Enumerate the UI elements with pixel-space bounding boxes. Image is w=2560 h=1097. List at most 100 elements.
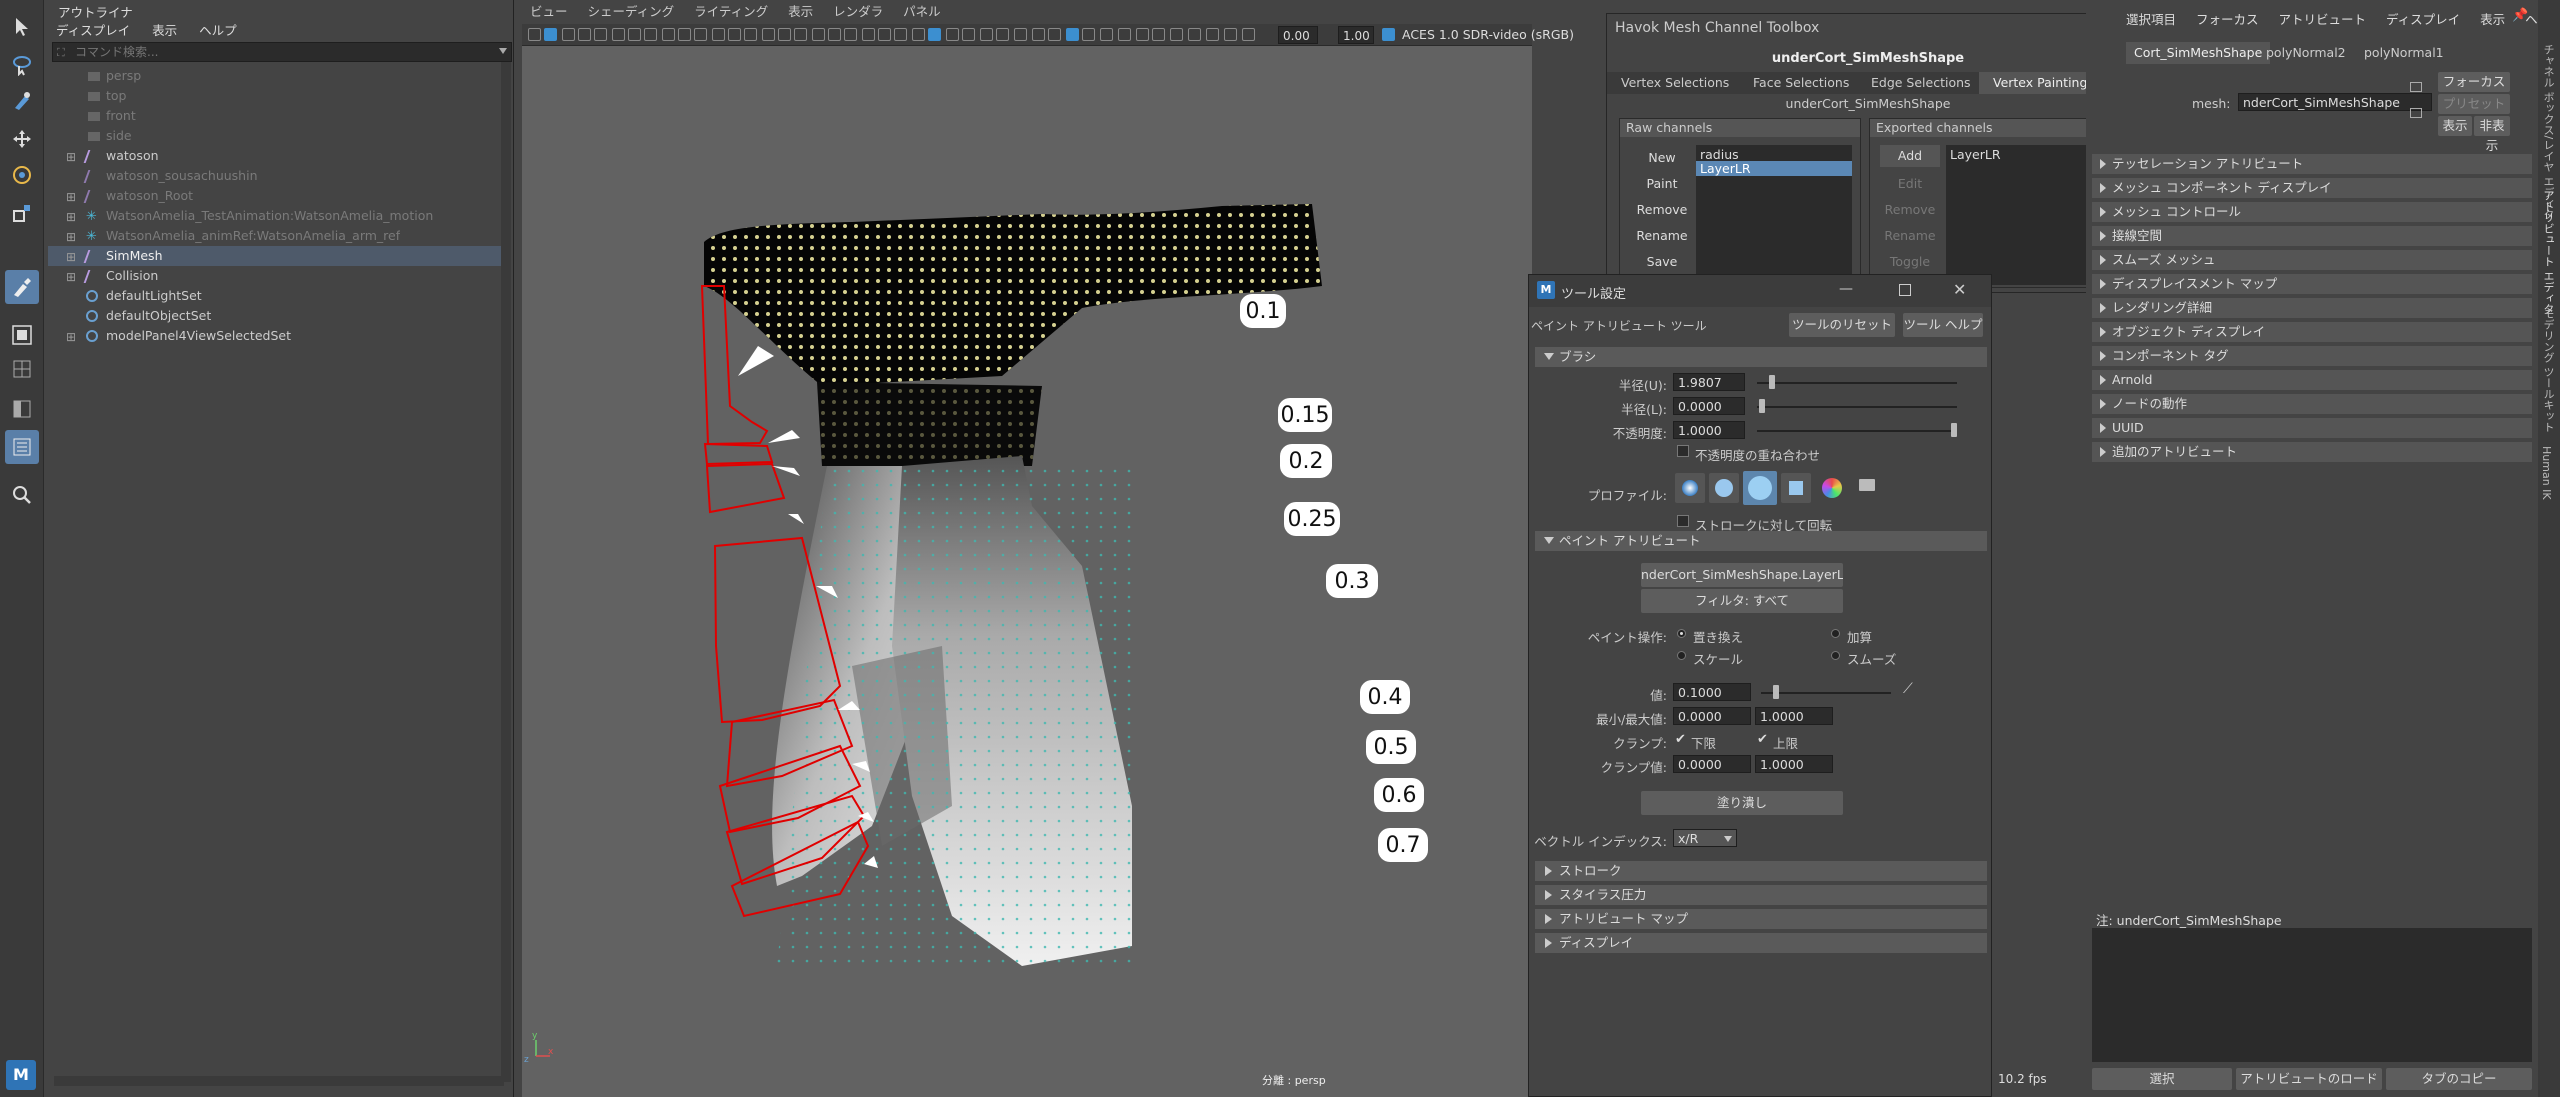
layout-single-icon[interactable]	[5, 352, 39, 386]
outliner-menu-help[interactable]: ヘルプ	[199, 23, 237, 38]
opacity-accum-checkbox[interactable]	[1677, 445, 1689, 457]
expand-icon[interactable]: ⊞	[66, 147, 76, 167]
search-icon[interactable]	[5, 478, 39, 512]
rotate-tool-icon[interactable]	[5, 158, 39, 192]
paint-select-icon[interactable]	[5, 84, 39, 118]
paint-attr-section-header[interactable]: ペイント アトリビュート	[1535, 531, 1987, 551]
profile-custom-icon[interactable]	[1817, 473, 1847, 503]
viewport-toolbar-button-icon[interactable]	[794, 28, 807, 41]
viewport-toolbar-button-icon[interactable]	[644, 28, 657, 41]
opacity-field[interactable]: 1.0000	[1673, 421, 1745, 439]
viewport-toolbar-button-icon[interactable]	[946, 28, 959, 41]
layout-outliner-icon[interactable]	[5, 430, 39, 464]
ae-select-button[interactable]: 選択	[2092, 1068, 2232, 1090]
min-value-field[interactable]: 0.0000	[1673, 707, 1751, 725]
viewport-toolbar-button-icon[interactable]	[762, 28, 775, 41]
raw-remove-button[interactable]: Remove	[1632, 199, 1692, 221]
op-replace-radio[interactable]	[1677, 629, 1686, 638]
viewport-toolbar-button-icon[interactable]	[1048, 28, 1061, 41]
opacity-slider[interactable]	[1757, 430, 1957, 432]
outliner-item-default-object-set[interactable]: defaultObjectSet	[48, 306, 508, 326]
profile-soft-icon[interactable]	[1709, 473, 1739, 503]
viewport-toolbar-button-icon[interactable]	[1032, 28, 1045, 41]
ae-hide-button[interactable]: 非表示	[2474, 116, 2510, 153]
ae-section-component-tags[interactable]: コンポーネント タグ	[2092, 346, 2532, 366]
viewport-toolbar-button-icon[interactable]	[912, 28, 925, 41]
viewport-toolbar-button-icon[interactable]	[928, 28, 941, 41]
viewport-toolbar-button-icon[interactable]	[1014, 28, 1027, 41]
exp-remove-button[interactable]: Remove	[1880, 199, 1940, 221]
side-tab-human-ik[interactable]: Human IK	[2540, 446, 2553, 500]
profile-solid-icon[interactable]	[1743, 471, 1777, 505]
pin-icon[interactable]: 📌	[2512, 8, 2528, 23]
op-smooth-radio[interactable]	[1831, 651, 1840, 660]
ae-output-icon[interactable]	[2410, 108, 2422, 118]
viewport-toolbar-button-icon[interactable]	[528, 28, 541, 41]
viewport-toolbar-button-icon[interactable]	[1206, 28, 1219, 41]
raw-rename-button[interactable]: Rename	[1632, 225, 1692, 247]
viewport-toolbar-button-icon[interactable]	[712, 28, 725, 41]
outliner-item-side[interactable]: side	[48, 126, 508, 146]
value-field[interactable]: 0.1000	[1673, 683, 1751, 701]
viewport-toolbar-button-icon[interactable]	[544, 28, 557, 41]
radius-l-field[interactable]: 0.0000	[1673, 397, 1745, 415]
outliner-item-watoson[interactable]: ⊞ watoson	[48, 146, 508, 166]
search-dropdown-icon[interactable]	[499, 48, 507, 54]
color-picker-icon[interactable]: ⟋	[1903, 681, 1913, 697]
viewport-toolbar-button-icon[interactable]	[1170, 28, 1183, 41]
ae-mesh-name-field[interactable]: nderCort_SimMeshShape	[2238, 93, 2432, 111]
op-add-radio[interactable]	[1831, 629, 1840, 638]
viewport-toolbar-button-icon[interactable]	[1242, 28, 1255, 41]
outliner-menu-show[interactable]: 表示	[152, 23, 177, 38]
viewport-toolbar-button-icon[interactable]	[612, 28, 625, 41]
viewport-menu-shading[interactable]: シェーディング	[588, 4, 675, 19]
viewport-toolbar-button-icon[interactable]	[662, 28, 675, 41]
viewport-toolbar-button-icon[interactable]	[594, 28, 607, 41]
ae-section-displacement-map[interactable]: ディスプレイスメント マップ	[2092, 274, 2532, 294]
tab-edge-selections[interactable]: Edge Selections	[1871, 75, 1971, 90]
scale-tool-icon[interactable]	[5, 196, 39, 230]
viewport-toolbar-button-icon[interactable]	[1100, 28, 1113, 41]
ae-section-smooth-mesh[interactable]: スムーズ メッシュ	[2092, 250, 2532, 270]
ae-section-tangent-space[interactable]: 接線空間	[2092, 226, 2532, 246]
viewport-toolbar-button-icon[interactable]	[894, 28, 907, 41]
radius-l-knob[interactable]	[1759, 399, 1765, 413]
expand-icon[interactable]: ⊞	[66, 267, 76, 287]
ae-copy-tab-button[interactable]: タブのコピー	[2386, 1068, 2532, 1090]
clamp-max-field[interactable]: 1.0000	[1755, 755, 1833, 773]
ae-tab-mesh-shape[interactable]: Cort_SimMeshShape	[2126, 42, 2271, 64]
outliner-item-collision[interactable]: ⊞ Collision	[48, 266, 508, 286]
viewport-toolbar-button-icon[interactable]	[828, 28, 841, 41]
ae-section-uuid[interactable]: UUID	[2092, 418, 2532, 438]
clamp-min-field[interactable]: 0.0000	[1673, 755, 1751, 773]
value-knob[interactable]	[1773, 685, 1779, 699]
outliner-h-scrollbar[interactable]	[54, 1076, 504, 1086]
exported-channel-layerlr[interactable]: LayerLR	[1950, 147, 2001, 162]
radius-u-field[interactable]: 1.9807	[1673, 373, 1745, 391]
attribute-map-section-header[interactable]: アトリビュート マップ	[1535, 909, 1987, 929]
ae-focus-button[interactable]: フォーカス	[2438, 72, 2510, 92]
raw-channel-layerlr[interactable]: LayerLR	[1696, 161, 1852, 176]
display-section-header[interactable]: ディスプレイ	[1535, 933, 1987, 953]
side-tab-attribute-editor[interactable]: アトリビュート エディタ	[2540, 190, 2556, 315]
last-tool-icon[interactable]	[5, 318, 39, 352]
viewport-panel[interactable]: ビュー シェーディング ライティング 表示 レンダラ パネル 0.00 1.00…	[522, 0, 1574, 1097]
outliner-item-anim-ref[interactable]: ⊞ ✳ WatsonAmelia_animRef:WatsonAmelia_arm_…	[48, 226, 508, 246]
viewport-toolbar-button-icon[interactable]	[1136, 28, 1149, 41]
viewport-toolbar-button-icon[interactable]	[844, 28, 857, 41]
radius-l-slider[interactable]	[1757, 406, 1957, 408]
raw-paint-button[interactable]: Paint	[1632, 173, 1692, 195]
value-slider[interactable]	[1761, 692, 1891, 694]
outliner-item-top[interactable]: top	[48, 86, 508, 106]
viewport-toolbar-button-icon[interactable]	[862, 28, 875, 41]
ae-load-attributes-button[interactable]: アトリビュートのロード	[2236, 1068, 2382, 1090]
ae-menu-selected[interactable]: 選択項目	[2126, 12, 2176, 27]
colorspace-label[interactable]: ACES 1.0 SDR-video (sRGB)	[1402, 27, 1574, 42]
brush-section-header[interactable]: ブラシ	[1535, 347, 1987, 367]
side-tab-modeling-toolkit[interactable]: モデリング ツールキット	[2540, 308, 2556, 433]
ae-section-tessellation[interactable]: テッセレーション アトリビュート	[2092, 154, 2532, 174]
viewport-toolbar-button-icon[interactable]	[878, 28, 891, 41]
folder-icon[interactable]	[1859, 479, 1875, 491]
layout-two-pane-icon[interactable]	[5, 392, 39, 426]
outliner-menu-display[interactable]: ディスプレイ	[56, 23, 130, 38]
